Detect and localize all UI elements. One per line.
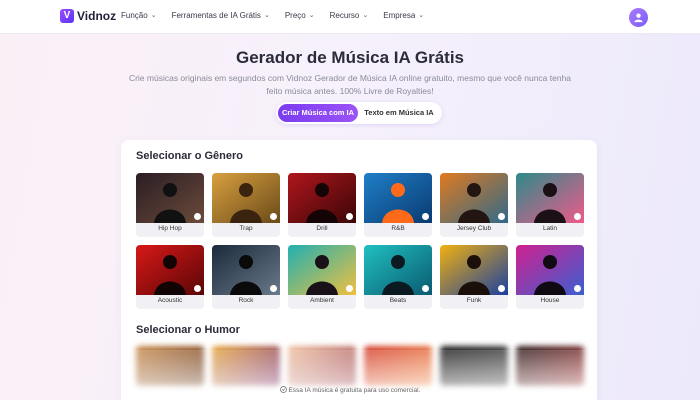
nav-recurso[interactable]: Recurso ⌄ [330, 11, 369, 20]
genre-option[interactable]: Ambient [288, 245, 356, 309]
brand-name: Vidnoz [77, 9, 117, 23]
mode-switch: Criar Música com IA Texto em Música IA [276, 102, 442, 124]
tab-create-music[interactable]: Criar Música com IA [278, 104, 358, 122]
genre-label: R&B [391, 225, 405, 232]
nav-preco[interactable]: Preço ⌄ [285, 11, 315, 20]
select-radio[interactable] [270, 285, 277, 292]
footnote-text: Essa IA música é gratuita para uso comer… [288, 387, 421, 394]
user-icon [634, 13, 643, 23]
select-radio[interactable] [498, 285, 505, 292]
genre-label: Acoustic [157, 297, 183, 304]
genre-label: Funk [466, 297, 482, 304]
nav-label: Função [121, 11, 148, 20]
genre-option[interactable]: Trap [212, 173, 280, 237]
chevron-down-icon: ⌄ [308, 11, 315, 19]
top-navigation-bar: V Vidnoz Função ⌄ Ferramentas de IA Grát… [0, 0, 700, 34]
nav-empresa[interactable]: Empresa ⌄ [383, 11, 424, 20]
select-radio[interactable] [498, 213, 505, 220]
chevron-down-icon: ⌄ [150, 11, 157, 19]
chevron-down-icon: ⌄ [362, 11, 369, 19]
genre-option[interactable]: House [516, 245, 584, 309]
tab-text-to-music[interactable]: Texto em Música IA [358, 104, 440, 122]
genre-label: Trap [239, 225, 253, 232]
genre-option[interactable]: Acoustic [136, 245, 204, 309]
select-radio[interactable] [422, 213, 429, 220]
vidnoz-logo-icon: V [60, 9, 74, 23]
genre-option[interactable]: Jersey Club [440, 173, 508, 237]
nav-ferramentas[interactable]: Ferramentas de IA Grátis ⌄ [172, 11, 270, 20]
nav-label: Empresa [383, 11, 416, 20]
genre-label: Rock [238, 297, 254, 304]
commercial-use-note: Essa IA música é gratuita para uso comer… [0, 386, 700, 394]
genre-option[interactable]: Drill [288, 173, 356, 237]
user-avatar-button[interactable] [629, 8, 648, 27]
page-title: Gerador de Música IA Grátis [236, 48, 464, 67]
genre-option[interactable]: Hip Hop [136, 173, 204, 237]
genre-label: Jersey Club [456, 225, 492, 232]
main-nav: Função ⌄ Ferramentas de IA Grátis ⌄ Preç… [121, 11, 424, 20]
select-radio[interactable] [194, 285, 201, 292]
nav-funcao[interactable]: Função ⌄ [121, 11, 157, 20]
select-radio[interactable] [346, 213, 353, 220]
genre-label: House [540, 297, 560, 304]
nav-label: Recurso [329, 11, 360, 20]
chevron-down-icon: ⌄ [418, 11, 425, 19]
genre-label: Beats [389, 297, 407, 304]
genre-label: Hip Hop [158, 225, 182, 232]
select-radio[interactable] [346, 285, 353, 292]
genre-label: Latin [542, 225, 558, 232]
genre-label: Drill [316, 225, 328, 232]
genre-option[interactable]: Beats [364, 245, 432, 309]
mood-section-title: Selecionar o Humor [136, 324, 240, 336]
chevron-down-icon: ⌄ [263, 11, 270, 19]
genre-section-title: Selecionar o Gênero [136, 150, 243, 162]
select-radio[interactable] [194, 213, 201, 220]
nav-label: Ferramentas de IA Grátis [171, 11, 261, 20]
genre-option[interactable]: Latin [516, 173, 584, 237]
nav-label: Preço [284, 11, 306, 20]
select-radio[interactable] [574, 285, 581, 292]
genre-option[interactable]: Funk [440, 245, 508, 309]
select-radio[interactable] [270, 213, 277, 220]
genre-option[interactable]: R&B [364, 173, 432, 237]
info-icon [279, 386, 287, 393]
genre-option[interactable]: Rock [212, 245, 280, 309]
select-radio[interactable] [574, 213, 581, 220]
page-subtitle: Crie músicas originais em segundos com V… [128, 73, 572, 96]
genre-label: Ambient [310, 297, 334, 304]
brand-logo[interactable]: V Vidnoz [60, 9, 116, 23]
select-radio[interactable] [422, 285, 429, 292]
